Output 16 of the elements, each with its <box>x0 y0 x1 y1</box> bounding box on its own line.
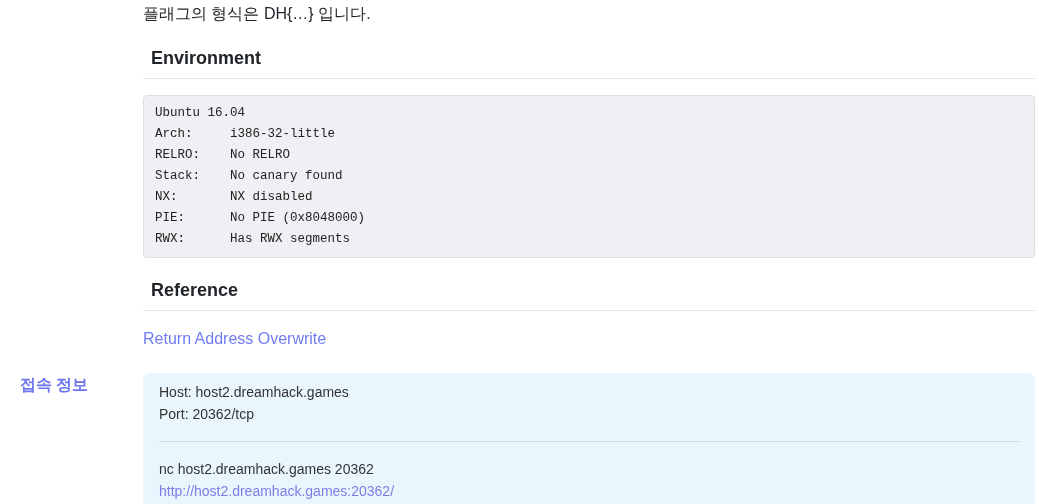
section-label: 접속 정보 <box>20 376 89 393</box>
port-text: Port: 20362/tcp <box>159 406 254 422</box>
code-line: NX: NX disabled <box>155 189 314 206</box>
code-line: PIE: No PIE (0x8048000) <box>155 210 367 227</box>
code-line: Arch: i386-32-little <box>155 126 337 143</box>
reference-link[interactable]: Return Address Overwrite <box>143 330 327 347</box>
url-link[interactable]: http://host2.dreamhack.games:20362/ <box>159 483 395 499</box>
code-line: RWX: Has RWX segments <box>155 231 352 248</box>
section-heading: Reference <box>143 278 1035 311</box>
intro-text: 플래그의 형식은 DH{…} 입니다. <box>143 4 372 24</box>
code-line: Ubuntu 16.04 <box>155 105 246 122</box>
section-heading: Environment <box>143 46 1035 79</box>
code-line: RELRO: No RELRO <box>155 147 292 164</box>
command-text: nc host2.dreamhack.games 20362 <box>159 461 374 477</box>
host-text: Host: host2.dreamhack.games <box>159 384 349 400</box>
code-line: Stack: No canary found <box>155 168 344 185</box>
